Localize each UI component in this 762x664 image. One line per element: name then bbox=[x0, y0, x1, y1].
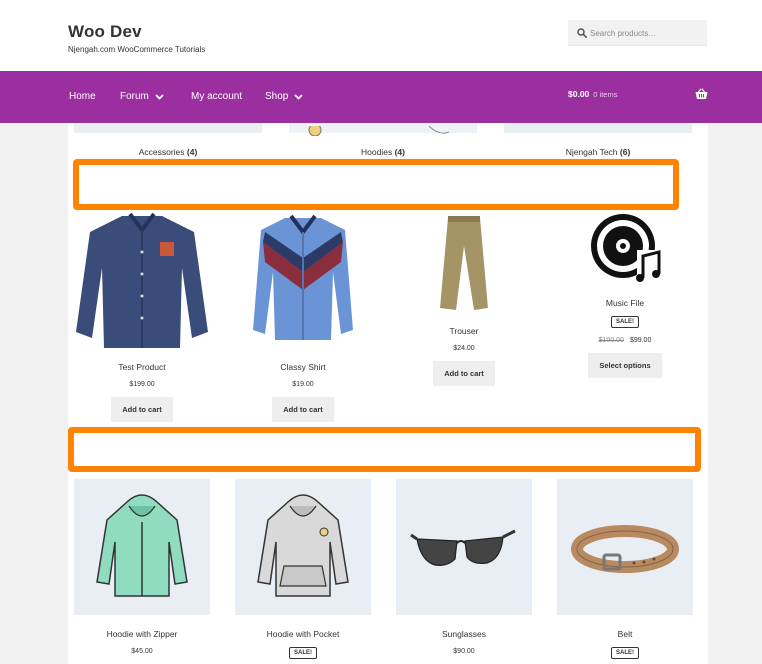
site-title[interactable]: Woo Dev bbox=[68, 22, 142, 42]
highlight-box-top bbox=[73, 159, 679, 210]
product-price: $99.00 bbox=[629, 337, 652, 344]
product-card[interactable]: Trouser $24.00 Add to cart bbox=[396, 212, 532, 386]
music-disc-icon[interactable] bbox=[557, 212, 693, 284]
sale-badge: SALE! bbox=[611, 647, 639, 659]
category-name: Accessories bbox=[138, 147, 185, 157]
product-price: $24.00 bbox=[453, 345, 475, 352]
product-card[interactable]: Classy Shirt $19.00 Add to cart bbox=[235, 212, 371, 422]
product-card[interactable]: Belt SALE! bbox=[557, 479, 693, 659]
category-image-njengah-tech[interactable] bbox=[504, 123, 692, 133]
nav-item-home[interactable]: Home bbox=[69, 91, 96, 102]
product-name[interactable]: Hoodie with Pocket bbox=[235, 629, 371, 639]
chevron-down-icon bbox=[294, 93, 303, 100]
cart-total: $0.00 bbox=[568, 89, 590, 99]
sale-badge: SALE! bbox=[611, 316, 639, 328]
category-label-accessories[interactable]: Accessories (4) bbox=[100, 147, 236, 157]
product-name[interactable]: Trouser bbox=[396, 326, 532, 336]
highlight-box-middle bbox=[68, 427, 701, 472]
add-to-cart-button[interactable]: Add to cart bbox=[111, 397, 173, 422]
product-price: $45.00 bbox=[131, 648, 153, 655]
sunglasses-image[interactable] bbox=[396, 479, 532, 615]
category-count: (4) bbox=[394, 147, 405, 157]
nav-item-label: Shop bbox=[265, 91, 289, 102]
product-price: $19.00 bbox=[292, 381, 314, 388]
primary-navigation: Home Forum My account Shop $0.00 0 items bbox=[0, 71, 762, 123]
blue-shirt-image[interactable] bbox=[235, 212, 371, 348]
category-name: Hoodies bbox=[361, 147, 393, 157]
category-label-njengah-tech[interactable]: Njengah Tech (6) bbox=[530, 147, 666, 157]
product-name[interactable]: Test Product bbox=[74, 362, 210, 372]
hoodie-fragment-icon bbox=[308, 123, 450, 137]
cart-summary[interactable]: $0.00 0 items bbox=[568, 89, 617, 99]
product-price: $199.00 bbox=[129, 381, 155, 388]
add-to-cart-button[interactable]: Add to cart bbox=[272, 397, 334, 422]
chevron-down-icon bbox=[155, 93, 164, 100]
category-image-hoodies[interactable] bbox=[289, 123, 477, 137]
product-name[interactable]: Music File bbox=[557, 298, 693, 308]
sale-badge: SALE! bbox=[289, 647, 317, 659]
belt-image[interactable] bbox=[557, 479, 693, 615]
site-header: Woo Dev Njengah.com WooCommerce Tutorial… bbox=[0, 0, 762, 71]
product-old-price: $100.00 bbox=[598, 337, 624, 344]
search-box[interactable] bbox=[568, 20, 707, 46]
hoodie-zipper-image[interactable] bbox=[74, 479, 210, 615]
dark-shirt-image[interactable] bbox=[74, 212, 210, 348]
product-name[interactable]: Sunglasses bbox=[396, 629, 532, 639]
product-card[interactable]: Hoodie with Zipper $45.00 bbox=[74, 479, 210, 655]
product-card[interactable]: Hoodie with Pocket SALE! bbox=[235, 479, 371, 659]
nav-item-label: My account bbox=[191, 91, 243, 102]
product-card[interactable]: Music File SALE! $100.00 $99.00 Select op… bbox=[557, 212, 693, 378]
site-tagline: Njengah.com WooCommerce Tutorials bbox=[68, 45, 206, 54]
nav-item-label: Forum bbox=[120, 91, 149, 102]
search-input[interactable] bbox=[590, 24, 702, 42]
category-label-hoodies[interactable]: Hoodies (4) bbox=[315, 147, 451, 157]
nav-item-shop[interactable]: Shop bbox=[265, 91, 303, 102]
product-name[interactable]: Belt bbox=[557, 629, 693, 639]
trouser-image[interactable] bbox=[396, 212, 532, 314]
hoodie-pocket-image[interactable] bbox=[235, 479, 371, 615]
category-count: (6) bbox=[619, 147, 631, 157]
add-to-cart-button[interactable]: Add to cart bbox=[433, 361, 495, 386]
nav-item-label: Home bbox=[69, 91, 96, 102]
basket-icon[interactable] bbox=[695, 88, 708, 100]
nav-item-my-account[interactable]: My account bbox=[191, 91, 242, 102]
select-options-button[interactable]: Select options bbox=[588, 353, 662, 378]
search-icon bbox=[577, 28, 587, 38]
category-count: (4) bbox=[186, 147, 198, 157]
product-name[interactable]: Hoodie with Zipper bbox=[74, 629, 210, 639]
product-card[interactable]: Test Product $199.00 Add to cart bbox=[74, 212, 210, 422]
product-card[interactable]: Sunglasses $90.00 bbox=[396, 479, 532, 655]
product-name[interactable]: Classy Shirt bbox=[235, 362, 371, 372]
category-name: Njengah Tech bbox=[565, 147, 618, 157]
product-price: $90.00 bbox=[453, 648, 475, 655]
nav-item-forum[interactable]: Forum bbox=[120, 91, 164, 102]
cart-count: 0 items bbox=[593, 90, 618, 99]
category-image-accessories[interactable] bbox=[74, 123, 262, 133]
